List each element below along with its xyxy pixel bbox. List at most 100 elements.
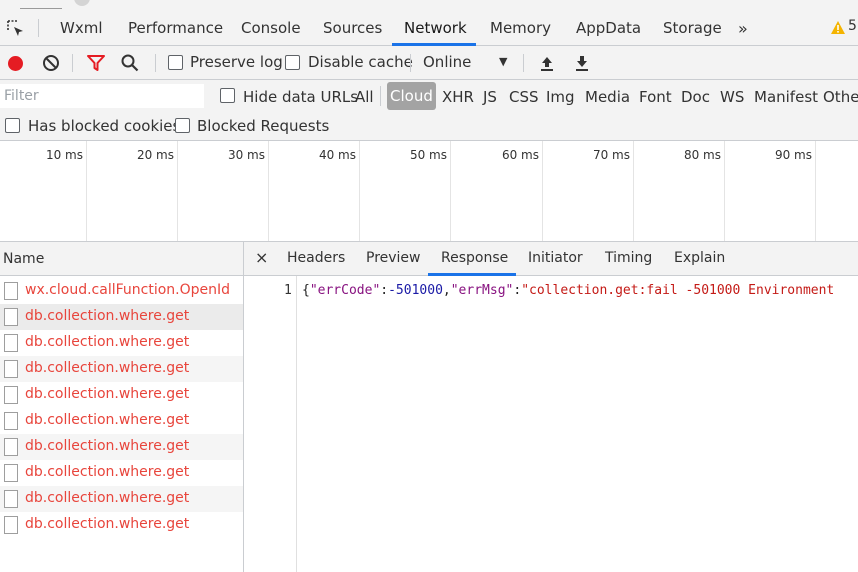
file-icon (4, 412, 18, 430)
file-icon (4, 438, 18, 456)
timeline-grid-line (177, 141, 178, 241)
type-filter-media[interactable]: Media (585, 88, 630, 106)
file-icon (4, 282, 18, 300)
download-icon (576, 56, 588, 71)
import-har-button[interactable] (538, 46, 556, 80)
timeline-grid-line (542, 141, 543, 241)
request-row[interactable]: db.collection.where.get (0, 382, 243, 408)
active-detail-tab-indicator (428, 273, 516, 276)
search-button[interactable] (121, 46, 139, 80)
type-filter-doc[interactable]: Doc (681, 88, 710, 106)
disable-cache-checkbox[interactable] (285, 55, 300, 70)
more-tabs-icon[interactable]: » (738, 19, 748, 38)
preserve-log-label[interactable]: Preserve log (190, 53, 283, 71)
toolbar-separator (155, 54, 156, 72)
detail-tab-bar: × Headers Preview Response Initiator Tim… (244, 242, 858, 276)
timeline-tick-label: 70 ms (592, 148, 630, 162)
has-blocked-cookies-checkbox[interactable] (5, 118, 20, 133)
network-overview-timeline[interactable]: 10 ms 20 ms 30 ms 40 ms 50 ms 60 ms 70 m… (0, 141, 858, 242)
json-number: -501000 (388, 283, 443, 298)
type-filter-xhr[interactable]: XHR (442, 88, 474, 106)
request-row[interactable]: db.collection.where.get (0, 434, 243, 460)
preserve-log-checkbox[interactable] (168, 55, 183, 70)
blocked-filter-bar: Has blocked cookies Blocked Requests (0, 112, 858, 141)
request-row[interactable]: db.collection.where.get (0, 512, 243, 538)
json-colon: : (513, 283, 522, 298)
detail-tab-response[interactable]: Response (441, 250, 508, 266)
type-filter-cloud[interactable]: Cloud (387, 82, 436, 110)
type-filter-all[interactable]: All (355, 88, 374, 106)
request-name: db.collection.where.get (25, 490, 190, 506)
hide-data-urls-label[interactable]: Hide data URLs (243, 88, 358, 106)
upload-icon (541, 57, 553, 71)
inspect-element-icon[interactable] (6, 19, 26, 39)
clear-button[interactable] (42, 46, 60, 80)
request-list: Name wx.cloud.callFunction.OpenId db.col… (0, 242, 244, 572)
request-name: db.collection.where.get (25, 516, 190, 532)
request-row[interactable]: db.collection.where.get (0, 408, 243, 434)
file-icon (4, 334, 18, 352)
detail-tab-timing[interactable]: Timing (605, 250, 652, 266)
blocked-requests-checkbox[interactable] (175, 118, 190, 133)
filter-toggle-button[interactable] (86, 46, 106, 80)
request-name: db.collection.where.get (25, 438, 190, 454)
request-row[interactable]: db.collection.where.get (0, 304, 243, 330)
timeline-tick-label: 10 ms (45, 148, 83, 162)
type-filter-ws[interactable]: WS (720, 88, 744, 106)
type-filter-font[interactable]: Font (639, 88, 672, 106)
type-filter-img[interactable]: Img (546, 88, 575, 106)
response-body[interactable]: {"errCode":-501000,"errMsg":"collection.… (302, 283, 834, 298)
hide-data-urls-checkbox[interactable] (220, 88, 235, 103)
request-name: db.collection.where.get (25, 412, 190, 428)
type-filter-css[interactable]: CSS (509, 88, 539, 106)
tab-performance[interactable]: Performance (128, 17, 223, 45)
type-filter-manifest[interactable]: Manifest (754, 88, 818, 106)
tab-appdata[interactable]: AppData (576, 17, 641, 45)
file-icon (4, 464, 18, 482)
dropdown-arrow-icon[interactable]: ▼ (499, 55, 507, 68)
type-filter-js[interactable]: JS (483, 88, 497, 106)
file-icon (4, 308, 18, 326)
record-button[interactable] (8, 46, 23, 80)
detail-tab-preview[interactable]: Preview (366, 250, 421, 266)
file-icon (4, 360, 18, 378)
throttling-select[interactable]: Online (423, 53, 471, 71)
tab-wxml[interactable]: Wxml (60, 17, 103, 45)
detail-tab-explain[interactable]: Explain (674, 250, 725, 266)
type-filter-other[interactable]: Othe (823, 88, 858, 106)
tab-network[interactable]: Network (404, 17, 467, 45)
name-column-header[interactable]: Name (0, 242, 243, 276)
request-row[interactable]: db.collection.where.get (0, 356, 243, 382)
filter-separator (380, 86, 381, 106)
tab-sources[interactable]: Sources (323, 17, 382, 45)
timeline-grid-line (86, 141, 87, 241)
warning-count[interactable]: 5 (848, 18, 857, 34)
request-row[interactable]: wx.cloud.callFunction.OpenId (0, 278, 243, 304)
json-colon: : (380, 283, 389, 298)
filter-bar: Hide data URLs All Cloud XHR JS CSS Img … (0, 80, 858, 112)
timeline-grid-line (724, 141, 725, 241)
warning-icon[interactable] (830, 20, 846, 36)
file-icon (4, 386, 18, 404)
json-brace: { (302, 283, 310, 298)
export-har-button[interactable] (573, 46, 591, 80)
filter-input[interactable] (0, 84, 204, 108)
timeline-grid-line (268, 141, 269, 241)
detail-tab-initiator[interactable]: Initiator (528, 250, 583, 266)
has-blocked-cookies-label[interactable]: Has blocked cookies (28, 117, 180, 135)
request-name: db.collection.where.get (25, 334, 190, 350)
tab-console[interactable]: Console (241, 17, 301, 45)
tab-memory[interactable]: Memory (490, 17, 551, 45)
detail-tab-headers[interactable]: Headers (287, 250, 345, 266)
close-icon[interactable]: × (255, 248, 268, 267)
request-row[interactable]: db.collection.where.get (0, 460, 243, 486)
window-edge-line (20, 8, 62, 9)
line-number: 1 (284, 283, 292, 298)
blocked-requests-label[interactable]: Blocked Requests (197, 117, 329, 135)
timeline-grid-line (450, 141, 451, 241)
json-string: "collection.get:fail -501000 Environment (521, 283, 835, 298)
request-row[interactable]: db.collection.where.get (0, 330, 243, 356)
request-row[interactable]: db.collection.where.get (0, 486, 243, 512)
tab-storage[interactable]: Storage (663, 17, 722, 45)
disable-cache-label[interactable]: Disable cache (308, 53, 413, 71)
